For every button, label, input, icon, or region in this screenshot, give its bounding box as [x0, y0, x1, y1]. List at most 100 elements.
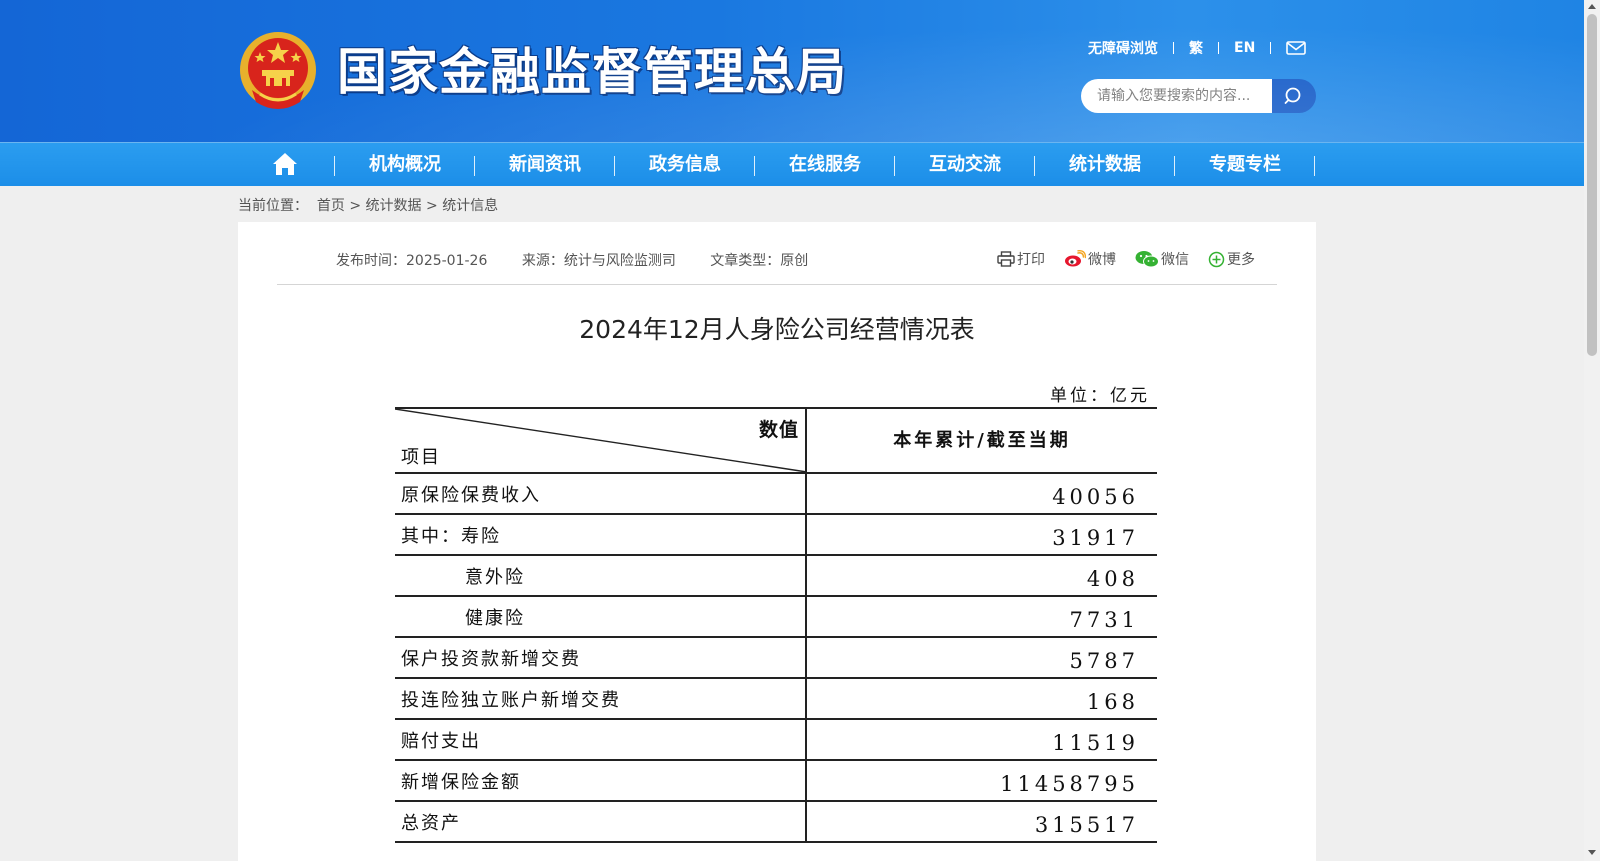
table-row: 新增保险金额 11458795 — [395, 761, 1157, 802]
row-item-label: 意外险 — [465, 567, 525, 588]
row-item-label: 原保险保费收入 — [401, 485, 541, 506]
row-value: 40056 — [1052, 485, 1139, 509]
nav-item-statistics[interactable]: 统计数据 — [1035, 143, 1175, 187]
article-meta: 发布时间：2025-01-26 来源：统计与风险监测司 文章类型：原创 — [336, 250, 838, 270]
scroll-up-arrow-icon[interactable] — [1588, 4, 1596, 9]
weibo-label: 微博 — [1088, 252, 1116, 268]
search-button[interactable] — [1272, 79, 1316, 113]
nav-item-topics[interactable]: 专题专栏 — [1175, 143, 1315, 187]
row-value: 31917 — [1052, 526, 1139, 550]
column-divider — [805, 720, 807, 759]
more-label: 更多 — [1227, 252, 1255, 268]
article-type: 文章类型：原创 — [710, 253, 809, 269]
print-label: 打印 — [1017, 252, 1045, 268]
nav-item-interaction[interactable]: 互动交流 — [895, 143, 1035, 187]
row-item-label: 投连险独立账户新增交费 — [401, 690, 621, 711]
search-icon — [1284, 87, 1301, 104]
header-value-label: 数值 — [759, 419, 800, 441]
row-value: 7731 — [1069, 608, 1139, 632]
publish-time: 发布时间：2025-01-26 — [336, 253, 488, 269]
row-item-label: 新增保险金额 — [401, 772, 521, 793]
traditional-chinese-link[interactable]: 繁 — [1189, 38, 1203, 58]
english-link[interactable]: EN — [1234, 40, 1255, 56]
nav-item-online-service[interactable]: 在线服务 — [755, 143, 895, 187]
article-title: 2024年12月人身险公司经营情况表 — [579, 315, 975, 344]
wechat-button[interactable]: 微信 — [1135, 249, 1189, 269]
breadcrumb-home[interactable]: 首页 — [317, 198, 345, 214]
row-item-label: 总资产 — [401, 813, 461, 834]
nav-item-institution[interactable]: 机构概况 — [335, 143, 475, 187]
accessibility-link[interactable]: 无障碍浏览 — [1088, 38, 1158, 58]
column-divider — [805, 638, 807, 677]
header-item-label: 项目 — [401, 447, 441, 468]
row-item-label: 赔付支出 — [401, 731, 481, 752]
breadcrumb-prefix: 当前位置： — [238, 198, 308, 214]
search-input[interactable] — [1081, 79, 1273, 113]
column-divider — [805, 515, 807, 554]
site-title[interactable]: 国家金融监督管理总局 — [337, 42, 847, 102]
article-container: 发布时间：2025-01-26 来源：统计与风险监测司 文章类型：原创 打印 微… — [238, 222, 1316, 861]
nav-item-government-info[interactable]: 政务信息 — [615, 143, 755, 187]
row-value: 11519 — [1052, 731, 1139, 755]
column-divider — [805, 474, 807, 513]
scroll-thumb[interactable] — [1587, 14, 1597, 356]
row-value: 11458795 — [1000, 772, 1139, 796]
column-divider — [805, 597, 807, 636]
search-box — [1081, 79, 1316, 113]
column-divider — [805, 679, 807, 718]
breadcrumb-separator: > — [426, 198, 438, 214]
table-row: 健康险 7731 — [395, 597, 1157, 638]
article-source: 来源：统计与风险监测司 — [521, 253, 676, 269]
more-share-button[interactable]: 更多 — [1208, 249, 1255, 269]
header-column-label: 本年累计/截至当期 — [893, 430, 1071, 451]
print-button[interactable]: 打印 — [997, 249, 1045, 269]
column-divider — [805, 761, 807, 800]
table-row: 原保险保费收入 40056 — [395, 474, 1157, 515]
row-item-label: 其中：寿险 — [401, 526, 501, 547]
table-unit: 单位：亿元 — [1050, 386, 1150, 406]
breadcrumb-statistics[interactable]: 统计数据 — [366, 198, 422, 214]
breadcrumb-separator: > — [349, 198, 362, 214]
weibo-button[interactable]: 微博 — [1064, 249, 1116, 269]
top-links: 无障碍浏览 繁 EN — [1088, 38, 1307, 58]
mail-icon[interactable] — [1286, 41, 1307, 55]
breadcrumb-statistics-info[interactable]: 统计信息 — [442, 198, 498, 214]
row-value: 5787 — [1069, 649, 1139, 673]
row-item-label: 保户投资款新增交费 — [401, 649, 581, 670]
more-icon — [1208, 251, 1225, 267]
table-row: 投连险独立账户新增交费 168 — [395, 679, 1157, 720]
table-row: 意外险 408 — [395, 556, 1157, 597]
table-row: 总资产 315517 — [395, 802, 1157, 843]
row-value: 408 — [1086, 567, 1139, 591]
divider — [1173, 42, 1174, 54]
nav-home[interactable] — [238, 143, 334, 187]
row-value: 168 — [1086, 690, 1139, 714]
wechat-icon — [1135, 251, 1159, 268]
diagonal-line — [395, 409, 807, 473]
scroll-down-arrow-icon[interactable] — [1588, 850, 1596, 855]
table-grid: 数值 项目 本年累计/截至当期 原保险保费收入 40056 其中：寿险 31917 意外… — [395, 407, 1157, 843]
row-value: 315517 — [1034, 813, 1139, 837]
divider — [1270, 42, 1272, 54]
weibo-icon — [1065, 250, 1086, 267]
main-nav: 机构概况 新闻资讯 政务信息 在线服务 互动交流 统计数据 专题专栏 — [0, 142, 1584, 186]
share-bar: 打印 微博 微信 更多 — [997, 249, 1255, 269]
home-icon — [273, 153, 297, 175]
table-row: 保户投资款新增交费 5787 — [395, 638, 1157, 679]
nav-divider — [1314, 156, 1315, 176]
divider — [1218, 42, 1219, 54]
nav-item-news[interactable]: 新闻资讯 — [475, 143, 615, 187]
site-header: 国家金融监督管理总局 无障碍浏览 繁 EN — [0, 0, 1584, 142]
page-scrollbar[interactable] — [1584, 0, 1600, 861]
table-header-row: 数值 项目 本年累计/截至当期 — [395, 409, 1157, 474]
column-divider — [805, 556, 807, 595]
breadcrumb: 当前位置： 首页 > 统计数据 > 统计信息 — [238, 195, 498, 215]
column-divider — [805, 802, 807, 841]
divider — [277, 284, 1277, 285]
national-emblem-icon[interactable] — [238, 28, 318, 112]
table-row: 其中：寿险 31917 — [395, 515, 1157, 556]
print-icon — [997, 251, 1015, 267]
table-row: 赔付支出 11519 — [395, 720, 1157, 761]
wechat-label: 微信 — [1161, 252, 1189, 268]
row-item-label: 健康险 — [465, 608, 525, 629]
